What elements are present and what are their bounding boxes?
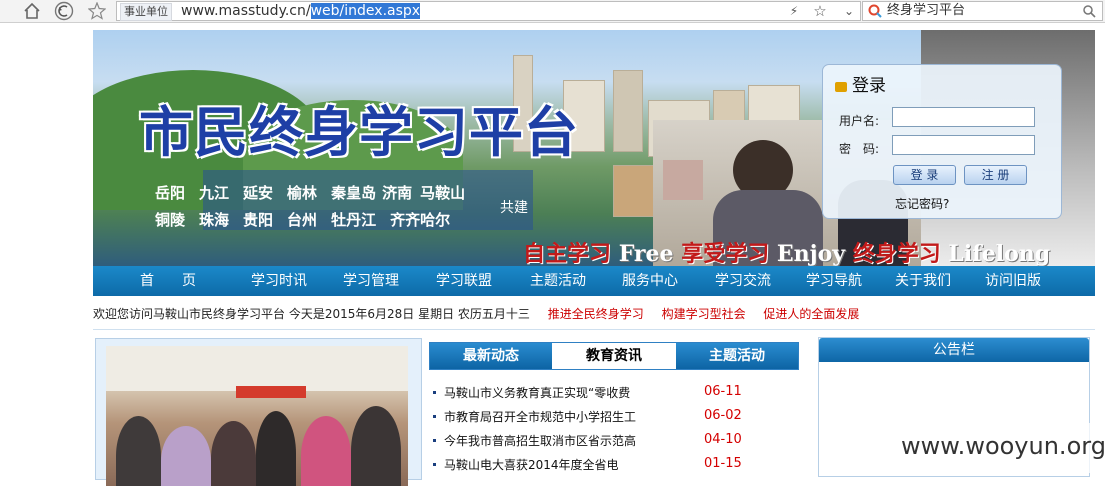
city: 铜陵 — [155, 211, 186, 229]
news-item[interactable]: 市教育局召开全市规范中小学招生工 — [433, 408, 636, 425]
nav-news[interactable]: 学习时讯 — [251, 266, 307, 296]
photo-panel — [95, 338, 422, 486]
nav-service-center[interactable]: 服务中心 — [622, 266, 678, 296]
city: 珠海 — [199, 211, 230, 229]
city: 岳阳 — [155, 184, 186, 202]
news-item[interactable]: 马鞍山市义务教育真正实现“零收费 — [433, 384, 630, 401]
building — [613, 70, 643, 152]
city: 济南 — [382, 184, 413, 202]
news-tabs: 最新动态 教育资讯 主题活动 — [429, 342, 799, 370]
address-bar[interactable]: 事业单位 www.masstudy.cn/web/index.aspx ⚡ ☆ … — [116, 1, 861, 21]
dropdown-icon[interactable]: ⌄ — [839, 2, 859, 24]
news-title[interactable]: 今年我市普高招生取消市区省示范高 — [444, 434, 636, 448]
tab-latest-news[interactable]: 最新动态 — [430, 343, 552, 369]
search-engine-icon — [868, 4, 882, 18]
username-input[interactable] — [892, 107, 1035, 127]
nav-study-guide[interactable]: 学习导航 — [806, 266, 862, 296]
search-query[interactable]: 终身学习平台 — [887, 2, 965, 20]
bullet-icon — [433, 391, 436, 394]
password-label: 密 码: — [839, 142, 880, 156]
password-input[interactable] — [892, 135, 1035, 155]
news-date: 01-15 — [704, 456, 742, 471]
lightning-icon[interactable]: ⚡ — [785, 2, 803, 24]
news-date: 04-10 — [704, 432, 742, 447]
slogan-link[interactable]: 促进人的全面发展 — [763, 307, 859, 321]
username-label: 用户名: — [839, 114, 880, 128]
bullet-icon — [433, 415, 436, 418]
search-icon[interactable] — [1083, 5, 1096, 18]
news-title[interactable]: 马鞍山电大喜获2014年度全省电 — [444, 458, 619, 472]
welcome-bar: 欢迎您访问马鞍山市民终身学习平台 今天是2015年6月28日 星期日 农历五月十… — [93, 305, 859, 322]
city: 贵阳 — [243, 211, 274, 229]
home-icon[interactable] — [20, 0, 44, 22]
news-title[interactable]: 马鞍山市义务教育真正实现“零收费 — [444, 386, 630, 400]
news-title[interactable]: 市教育局召开全市规范中小学招生工 — [444, 410, 636, 424]
welcome-text: 欢迎您访问马鞍山市民终身学习平台 今天是2015年6月28日 星期日 农历五月十… — [93, 307, 530, 321]
city: 延安 — [243, 184, 274, 202]
city: 齐齐哈尔 — [390, 211, 451, 229]
nav-study-exchange[interactable]: 学习交流 — [715, 266, 771, 296]
nav-home[interactable]: 首 页 — [140, 266, 196, 296]
main-nav: 首 页 学习时讯 学习管理 学习联盟 主题活动 服务中心 学习交流 学习导航 关… — [93, 266, 1095, 296]
slogan-lifelong-en: Lifelong — [948, 241, 1051, 266]
cities-row-2: 铜陵 珠海 贵阳 台州 牡丹江 齐齐哈尔 — [155, 209, 464, 230]
url-base: www.masstudy.cn/ — [181, 3, 311, 19]
city: 九江 — [199, 184, 230, 202]
news-item[interactable]: 今年我市普高招生取消市区省示范高 — [433, 432, 636, 449]
slogan-enjoy-en: Enjoy — [776, 241, 846, 266]
search-bar[interactable]: 终身学习平台 — [862, 1, 1103, 21]
lock-icon — [835, 82, 847, 92]
nav-old-version[interactable]: 访问旧版 — [985, 266, 1041, 296]
url-selected: web/index.aspx — [310, 3, 421, 19]
tab-theme-activities[interactable]: 主题活动 — [676, 343, 798, 369]
news-date: 06-02 — [704, 408, 742, 423]
site-title: 市民终身学习平台 — [139, 100, 579, 164]
favorite-star-icon[interactable]: ☆ — [809, 2, 831, 24]
co-built-label: 共建 — [500, 200, 528, 216]
watermark: www.wooyun.org — [895, 423, 1105, 473]
nav-study-management[interactable]: 学习管理 — [343, 266, 399, 296]
nav-about-us[interactable]: 关于我们 — [895, 266, 951, 296]
login-button[interactable]: 登 录 — [893, 165, 956, 185]
login-heading: 登录 — [835, 71, 886, 96]
url-text[interactable]: www.masstudy.cn/web/index.aspx — [181, 2, 421, 20]
nav-theme-activities[interactable]: 主题活动 — [530, 266, 586, 296]
browser-toolbar: 事业单位 www.masstudy.cn/web/index.aspx ⚡ ☆ … — [0, 0, 1105, 23]
slogan-lifelong-cn: 终身学习 — [852, 241, 941, 266]
activity-photo[interactable] — [106, 346, 408, 486]
slogan-banner: 自主学习 Free 享受学习 Enjoy 终身学习 Lifelong — [523, 236, 1050, 266]
bullet-icon — [433, 463, 436, 466]
news-item[interactable]: 马鞍山电大喜获2014年度全省电 — [433, 456, 619, 473]
bullet-icon — [433, 439, 436, 442]
city: 秦皇岛 — [331, 184, 377, 202]
slogan-link[interactable]: 构建学习型社会 — [662, 307, 746, 321]
city: 马鞍山 — [420, 184, 466, 202]
slogan-enjoy-cn: 享受学习 — [681, 241, 770, 266]
forgot-password-link[interactable]: 忘记密码? — [895, 195, 949, 212]
site-badge: 事业单位 — [120, 3, 172, 21]
nav-study-alliance[interactable]: 学习联盟 — [436, 266, 492, 296]
tab-education-news[interactable]: 教育资讯 — [552, 343, 676, 369]
notice-title: 公告栏 — [819, 338, 1089, 362]
star-icon[interactable] — [85, 0, 109, 22]
city: 榆林 — [287, 184, 318, 202]
slogan-link[interactable]: 推进全民终身学习 — [548, 307, 644, 321]
register-button[interactable]: 注 册 — [964, 165, 1027, 185]
news-date: 06-11 — [704, 384, 742, 399]
city: 台州 — [287, 211, 318, 229]
login-panel: 登录 用户名: 密 码: 登 录 注 册 忘记密码? — [822, 64, 1062, 219]
back-icon[interactable] — [52, 0, 76, 22]
city: 牡丹江 — [331, 211, 377, 229]
cities-row-1: 岳阳 九江 延安 榆林 秦皇岛 济南 马鞍山 — [155, 182, 479, 203]
slogan-free-cn: 自主学习 — [523, 241, 612, 266]
login-title: 登录 — [852, 76, 886, 96]
slogan-free-en: Free — [618, 241, 674, 266]
divider — [93, 329, 1095, 330]
